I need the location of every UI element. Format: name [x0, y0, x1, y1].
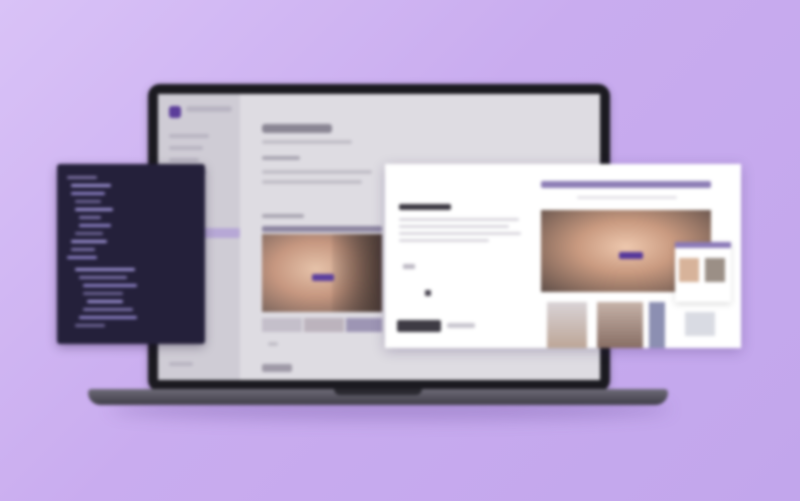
text-line — [262, 140, 352, 144]
code-line — [67, 256, 97, 259]
mini-preview-card[interactable] — [675, 242, 731, 302]
sidebar-item[interactable] — [169, 158, 199, 162]
gallery-thumbnail[interactable] — [649, 302, 665, 348]
secondary-button[interactable] — [447, 323, 475, 328]
sidebar-item[interactable] — [169, 146, 203, 150]
code-editor-panel — [57, 164, 205, 344]
section-label — [262, 156, 300, 160]
code-line — [71, 192, 105, 195]
page-title-placeholder — [262, 124, 332, 133]
redaction-bar — [619, 252, 643, 259]
code-line — [79, 224, 111, 227]
code-line — [83, 308, 133, 311]
gallery-header-bar — [541, 181, 711, 188]
option-field[interactable] — [403, 264, 415, 269]
dialog-modal — [385, 164, 741, 348]
text-line — [262, 180, 362, 184]
modal-text-line — [399, 232, 521, 235]
text-line — [262, 170, 372, 174]
code-line — [87, 300, 123, 303]
code-line — [71, 248, 95, 251]
sidebar-item[interactable] — [169, 362, 193, 366]
thumbnail[interactable] — [262, 318, 302, 332]
hair-shadow — [332, 234, 382, 312]
code-line — [67, 176, 97, 179]
checkbox[interactable] — [425, 290, 431, 296]
code-line — [79, 276, 127, 279]
image-toolbar — [262, 226, 382, 232]
gallery-caption — [577, 196, 677, 199]
modal-heading-placeholder — [399, 204, 451, 210]
section-label — [262, 214, 304, 218]
code-line — [75, 208, 113, 211]
code-line — [83, 284, 137, 287]
code-line — [75, 232, 103, 235]
modal-text-line — [399, 239, 489, 242]
app-name-placeholder — [186, 106, 232, 112]
code-line — [75, 268, 135, 271]
hero-image[interactable] — [262, 234, 382, 312]
sidebar-active-indicator — [202, 228, 240, 238]
redaction-bar — [312, 274, 334, 281]
code-line — [79, 316, 137, 319]
gallery-thumbnail[interactable] — [547, 302, 587, 348]
code-line — [71, 240, 107, 243]
text-line — [268, 342, 278, 346]
modal-text-line — [399, 218, 519, 221]
code-line — [71, 184, 111, 187]
code-line — [75, 200, 101, 203]
mini-thumbnail[interactable] — [685, 312, 715, 336]
gallery-thumbnail[interactable] — [597, 302, 643, 348]
laptop-notch — [334, 389, 422, 395]
thumbnail[interactable] — [304, 318, 344, 332]
thumbnail[interactable] — [346, 318, 382, 332]
app-logo-icon[interactable] — [169, 106, 181, 118]
modal-text-line — [399, 225, 509, 228]
marketing-scene — [0, 0, 800, 501]
code-line — [75, 324, 105, 327]
code-line — [79, 216, 101, 219]
primary-button[interactable] — [397, 320, 441, 332]
footer-button[interactable] — [262, 364, 292, 372]
mini-preview-image — [679, 258, 699, 282]
mini-preview-header — [675, 242, 731, 248]
mini-preview-image — [705, 258, 725, 282]
code-line — [83, 292, 123, 295]
sidebar-item[interactable] — [169, 134, 209, 138]
